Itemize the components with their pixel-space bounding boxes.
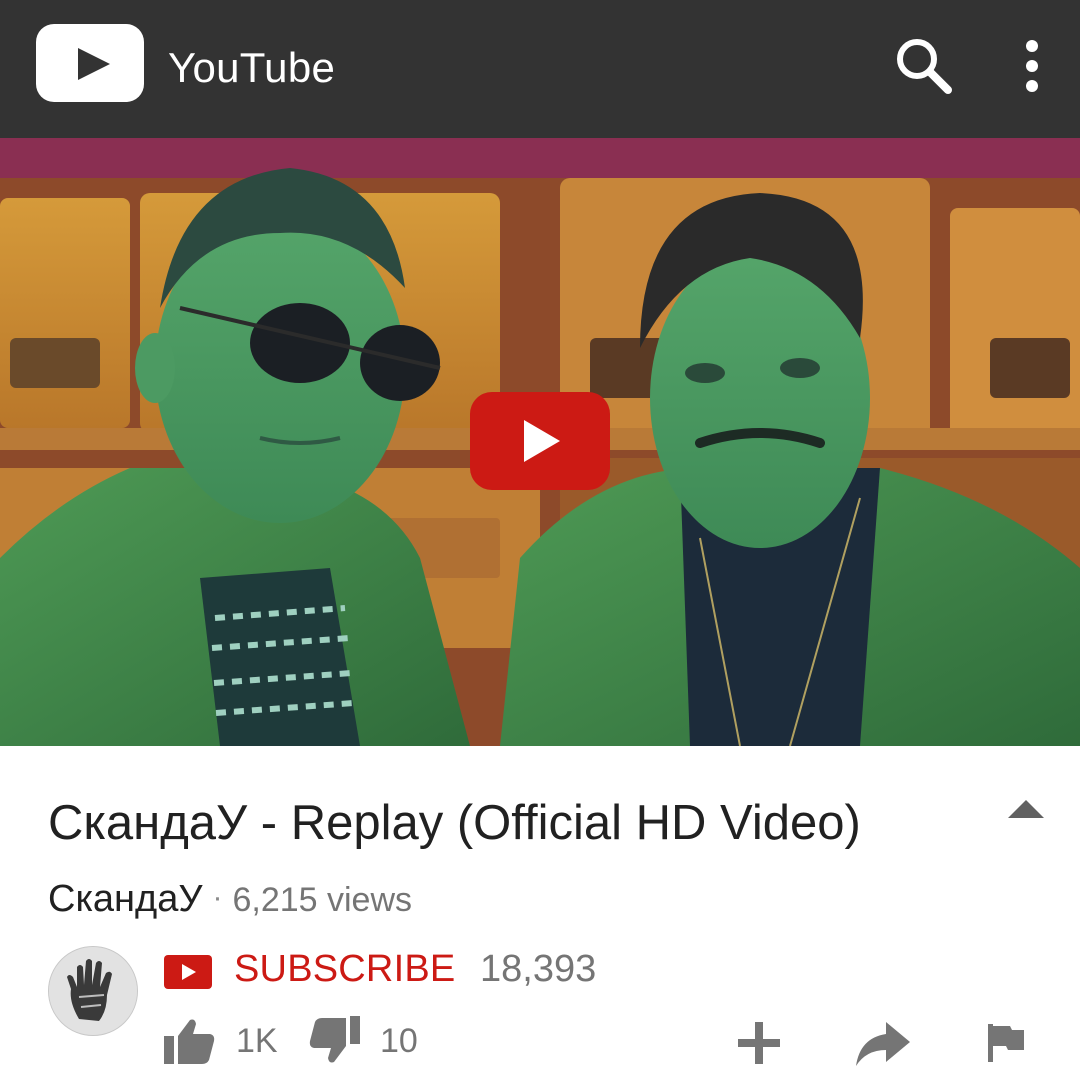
subscribe-button[interactable]: SUBSCRIBE: [234, 948, 455, 991]
like-count: 1K: [236, 1022, 278, 1060]
app-bar: YouTube: [0, 0, 1080, 138]
add-to-playlist-icon[interactable]: [736, 1020, 782, 1066]
channel-avatar[interactable]: [48, 946, 138, 1036]
thumb-up-icon[interactable]: [162, 1016, 216, 1066]
video-player[interactable]: [0, 138, 1080, 746]
meta-separator: ·: [212, 881, 223, 914]
play-button[interactable]: [470, 392, 610, 490]
collapse-details-icon[interactable]: [1000, 790, 1052, 830]
subscriber-count: 18,393: [480, 948, 597, 990]
more-vert-icon[interactable]: [1012, 32, 1052, 98]
dislike-count: 10: [380, 1022, 418, 1060]
flag-icon[interactable]: [986, 1022, 1026, 1064]
channel-name[interactable]: СкандаУ: [48, 878, 202, 920]
app-title: YouTube: [168, 44, 336, 91]
thumb-down-icon[interactable]: [308, 1014, 362, 1066]
share-icon[interactable]: [852, 1020, 912, 1068]
view-count: 6,215 views: [232, 881, 413, 919]
youtube-logo-icon[interactable]: [36, 24, 144, 102]
youtube-subscribe-icon[interactable]: [164, 955, 212, 989]
video-title: СкандаУ - Replay (Official HD Video): [48, 796, 861, 850]
search-icon[interactable]: [890, 32, 956, 98]
video-meta: СкандаУ · 6,215 views: [48, 878, 412, 921]
